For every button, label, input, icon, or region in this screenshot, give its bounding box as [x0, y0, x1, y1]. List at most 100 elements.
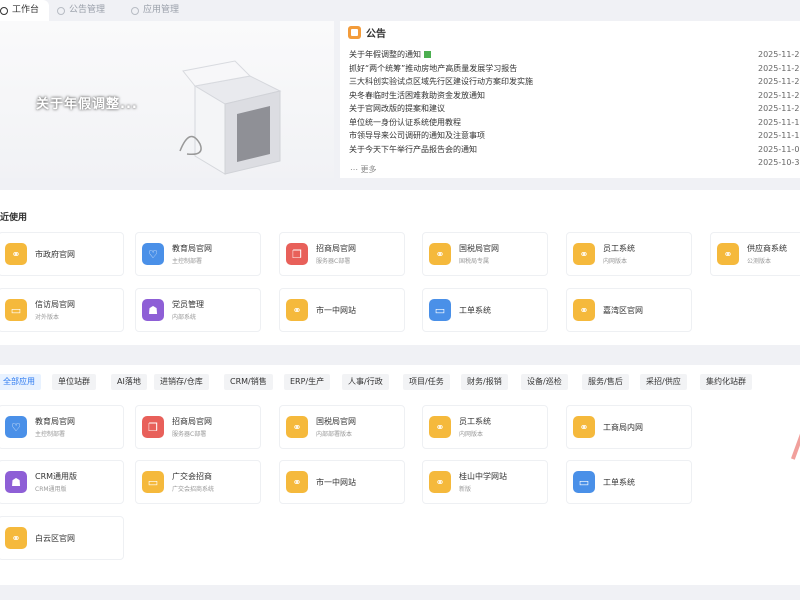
app-subtitle: 主控制部署	[172, 258, 203, 265]
app-card[interactable]: ☗ 党员管理 内部系统	[135, 288, 261, 332]
app-subtitle: 服务器C部署	[316, 258, 351, 265]
ellipsis-icon: ⋯	[350, 165, 358, 174]
app-name: 工单系统	[459, 305, 491, 315]
more-link[interactable]: ⋯ 更多	[350, 164, 377, 175]
app-card[interactable]: ▭ 广交会招商 广交会招商系统	[135, 460, 261, 504]
app-card-text: 员工系统 内网版本	[603, 243, 635, 265]
recent-apps-section: 近使用 ⚭ 市政府官网 ♡ 教育局官网 主控制部署 ❐ 招商局官网 服务器C部署 ⚭ 国税局官网国…	[0, 190, 800, 345]
tab-app-management[interactable]: 应用管理	[131, 0, 179, 21]
link-icon: ⚭	[573, 416, 595, 438]
notice-item-date: 2025-11-2	[758, 104, 800, 113]
notice-item-title: 央冬春临时生活困难救助资金发放通知	[349, 90, 485, 100]
app-card-text: 广交会招商 广交会招商系统	[172, 471, 214, 493]
app-card-text: 国税局官网内部部署版本	[316, 416, 356, 438]
app-name: 嘉湾区官网	[603, 305, 643, 315]
app-card[interactable]: ☗ CRM通用版 CRM通用版	[0, 460, 124, 504]
notice-item[interactable]: 三大科创实验试点区域先行区建设行动方案印发实施 2025-11-2	[349, 75, 800, 89]
filter-chip[interactable]: 采招/供应	[640, 374, 687, 390]
app-card-text: 嘉湾区官网	[603, 305, 643, 316]
notice-item[interactable]: 关于年假调整的通知 2025-11-2	[349, 48, 800, 62]
filter-chip[interactable]: 集约化站群	[700, 374, 752, 390]
tab-icon	[131, 6, 139, 15]
notice-item-date: 2025-11-2	[758, 63, 800, 73]
app-card[interactable]: ⚭ 桂山中学网站 新版	[422, 460, 548, 504]
link-icon: ⚭	[286, 471, 308, 493]
app-card[interactable]: ♡ 教育局官网 主控制部署	[0, 405, 124, 449]
notice-icon	[348, 26, 361, 39]
filter-chip[interactable]: CRM/销售	[224, 374, 273, 390]
app-card[interactable]: ▭ 工单系统	[422, 288, 548, 332]
filter-chip[interactable]: 单位站群	[52, 374, 96, 390]
monitor-icon: ▭	[142, 471, 164, 493]
notice-item-title: 关于今天下午举行产品报告会的通知	[349, 144, 477, 154]
filter-chip[interactable]: 人事/行政	[342, 374, 389, 390]
app-subtitle: 新版	[459, 486, 472, 493]
app-card[interactable]: ▭ 信访局官网 对外版本	[0, 288, 124, 332]
tab-workbench[interactable]: 工作台	[0, 0, 50, 21]
app-subtitle: 内网版本	[603, 258, 628, 265]
notice-item-date: 2025-11-2	[758, 90, 800, 100]
filter-chip[interactable]: AI落地	[111, 374, 147, 390]
tab-label: 工作台	[12, 5, 40, 15]
app-card-text: 市一中网站	[316, 477, 356, 488]
notice-item[interactable]: 关于今天下午举行产品报告会的通知 2025-11-0	[349, 143, 800, 157]
app-name: 市一中网站	[316, 477, 356, 487]
app-name: 员工系统	[603, 244, 635, 253]
app-card-text: 工商局内网	[603, 422, 643, 433]
app-card[interactable]: ♡ 教育局官网 主控制部署	[135, 232, 261, 276]
notice-item-title: 抓好“两个统筹”推动房地产高质量发展学习报告	[349, 63, 518, 73]
app-name: 国税局官网	[316, 417, 356, 426]
notice-item[interactable]: 抓好“两个统筹”推动房地产高质量发展学习报告 2025-11-2	[349, 62, 800, 76]
tab-bar: 工作台 公告管理 应用管理	[0, 0, 800, 21]
notice-item[interactable]: 单位统一身份认证系统使用教程 2025-11-1	[349, 116, 800, 130]
tab-notice-management[interactable]: 公告管理	[57, 0, 105, 21]
notice-item-title: 单位统一身份认证系统使用教程	[349, 117, 461, 127]
link-icon: ⚭	[286, 416, 308, 438]
app-card[interactable]: ⚭ 市一中网站	[279, 288, 405, 332]
app-card[interactable]: ⚭ 供应商系统 公测版本	[710, 232, 800, 276]
heart-icon: ♡	[142, 243, 164, 265]
app-card-text: 教育局官网主控制部署	[35, 416, 75, 438]
link-icon: ⚭	[286, 299, 308, 321]
filter-chip[interactable]: 设备/巡检	[521, 374, 568, 390]
link-icon: ⚭	[573, 243, 595, 265]
app-card[interactable]: ❐ 招商局官网 服务器C部署	[135, 405, 261, 449]
app-card[interactable]: ❐ 招商局官网 服务器C部署	[279, 232, 405, 276]
filter-chip[interactable]: 全部应用	[0, 374, 41, 390]
app-card-text: 白云区官网	[35, 533, 75, 544]
monitor-icon: ▭	[573, 471, 595, 493]
banner-carousel[interactable]: 关于年假调整...	[0, 21, 334, 178]
app-subtitle: 内部部署版本	[316, 431, 353, 438]
filter-chip[interactable]: 服务/售后	[582, 374, 629, 390]
filter-chip[interactable]: 财务/报销	[461, 374, 508, 390]
filter-chip[interactable]: ERP/生产	[284, 374, 331, 390]
app-card-text: 国税局官网 国税局专属	[459, 243, 499, 265]
app-subtitle: 主控制部署	[35, 431, 66, 438]
app-card[interactable]: ⚭ 员工系统 内网版本	[422, 405, 548, 449]
app-card[interactable]: ▭ 工单系统	[566, 460, 692, 504]
app-name: 教育局官网	[35, 417, 75, 426]
app-card[interactable]: ⚭ 嘉湾区官网	[566, 288, 692, 332]
user-icon: ☗	[142, 299, 164, 321]
filter-chip[interactable]: 进销存/仓库	[154, 374, 209, 390]
app-card[interactable]: ⚭ 国税局官网内部部署版本	[279, 405, 405, 449]
notice-item[interactable]: 市领导导来公司调研的通知及注意事项 2025-11-1	[349, 129, 800, 143]
app-card-text: 工单系统	[459, 305, 491, 316]
app-card[interactable]: ⚭ 市一中网站	[279, 460, 405, 504]
link-icon: ⚭	[429, 416, 451, 438]
app-name: 党员管理	[172, 300, 204, 309]
app-card[interactable]: ⚭ 市政府官网	[0, 232, 124, 276]
link-icon: ⚭	[5, 243, 27, 265]
link-icon: ⚭	[429, 243, 451, 265]
app-name: 员工系统	[459, 417, 491, 426]
notice-item[interactable]: 央冬春临时生活困难救助资金发放通知 2025-11-2	[349, 89, 800, 103]
notice-item[interactable]: 2025-10-3	[349, 156, 800, 170]
app-card[interactable]: ⚭ 国税局官网 国税局专属	[422, 232, 548, 276]
app-card[interactable]: ⚭ 白云区官网	[0, 516, 124, 560]
tab-icon	[57, 6, 65, 15]
app-card[interactable]: ⚭ 工商局内网	[566, 405, 692, 449]
app-card-text: 招商局官网 服务器C部署	[172, 416, 212, 438]
notice-item[interactable]: 关于官网改版的提案和建议 2025-11-2	[349, 102, 800, 116]
app-card[interactable]: ⚭ 员工系统内网版本	[566, 232, 692, 276]
filter-chip[interactable]: 项目/任务	[403, 374, 450, 390]
